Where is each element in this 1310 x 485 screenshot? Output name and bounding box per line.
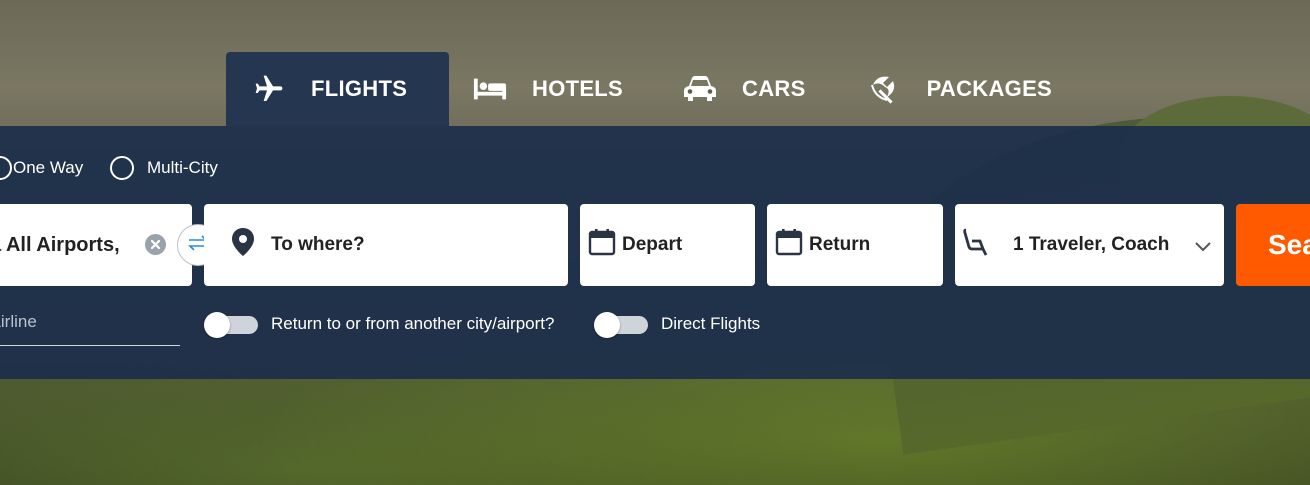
tab-cars[interactable]: CARS — [683, 52, 806, 126]
flight-search-panel: One Way Multi-City a All Airports, To wh… — [0, 126, 1310, 379]
travelers-value: 1 Traveler, Coach — [1013, 234, 1170, 255]
tab-packages[interactable]: PACKAGES — [868, 52, 1052, 126]
one-way-label[interactable]: One Way — [13, 158, 83, 178]
bed-icon — [473, 74, 507, 104]
location-pin-icon — [230, 227, 256, 263]
car-icon — [683, 74, 717, 104]
clear-icon[interactable] — [145, 234, 166, 255]
return-date-field[interactable]: Return — [767, 204, 943, 286]
tab-label: FLIGHTS — [311, 76, 408, 101]
product-tabs: FLIGHTS HOTELS CARS PACKAGES — [226, 52, 1052, 126]
chevron-down-icon — [1194, 237, 1212, 259]
direct-flights-label: Direct Flights — [661, 314, 761, 333]
travelers-class-field[interactable]: 1 Traveler, Coach — [955, 204, 1224, 286]
return-label: Return — [809, 234, 871, 255]
return-other-city-toggle[interactable] — [204, 312, 258, 338]
airplane-icon — [252, 74, 286, 104]
tab-label: PACKAGES — [926, 76, 1053, 101]
seat-icon — [961, 227, 991, 263]
from-field[interactable]: a All Airports, — [0, 204, 192, 286]
calendar-icon — [588, 228, 616, 262]
multi-city-label[interactable]: Multi-City — [147, 158, 218, 178]
tab-label: CARS — [742, 76, 806, 101]
to-placeholder: To where? — [271, 234, 365, 255]
one-way-radio[interactable] — [0, 156, 12, 180]
multi-city-radio[interactable] — [110, 156, 134, 180]
beach-umbrella-icon — [868, 74, 902, 104]
toggle-knob — [594, 312, 620, 338]
airline-placeholder: l Airline — [0, 312, 37, 331]
preferred-airline-input[interactable]: l Airline — [0, 309, 180, 346]
return-other-city-label: Return to or from another city/airport? — [271, 314, 555, 333]
tab-flights[interactable]: FLIGHTS — [226, 52, 449, 126]
search-button-label: Sea — [1268, 229, 1310, 260]
toggle-knob — [204, 312, 230, 338]
direct-flights-toggle[interactable] — [594, 312, 648, 338]
calendar-icon — [775, 228, 803, 262]
tab-hotels[interactable]: HOTELS — [473, 52, 623, 126]
depart-label: Depart — [622, 234, 683, 255]
to-field[interactable]: To where? — [204, 204, 568, 286]
from-value: a All Airports, — [0, 233, 120, 256]
tab-label: HOTELS — [532, 76, 624, 101]
search-button[interactable]: Sea — [1236, 204, 1310, 286]
depart-date-field[interactable]: Depart — [580, 204, 755, 286]
